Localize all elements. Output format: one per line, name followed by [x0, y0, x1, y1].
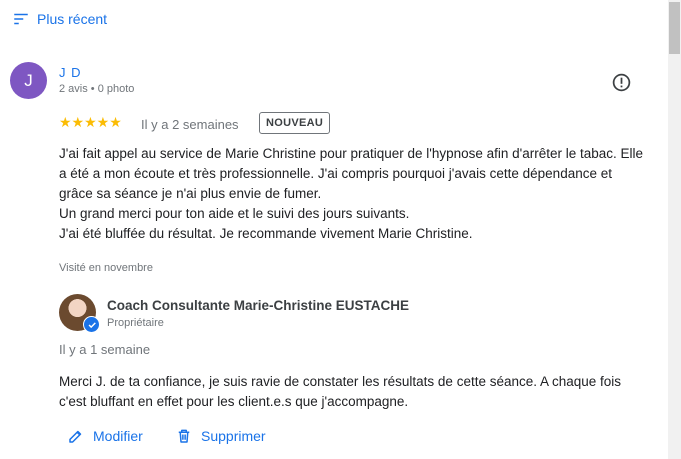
- review-paragraph: Un grand merci pour ton aide et le suivi…: [59, 206, 410, 221]
- trash-icon: [178, 429, 190, 443]
- reply-text: Merci J. de ta confiance, je suis ravie …: [59, 374, 622, 409]
- visited-date: Visité en novembre: [59, 262, 153, 274]
- edit-label: Modifier: [93, 428, 143, 444]
- reply-date: Il y a 1 semaine: [59, 342, 151, 357]
- review-date: Il y a 2 semaines: [141, 117, 239, 132]
- review-text: J'ai fait appel au service de Marie Chri…: [59, 144, 649, 244]
- reviewer-avatar[interactable]: J: [10, 62, 47, 99]
- star-rating: ★★★★★: [59, 114, 122, 130]
- pencil-icon: [69, 430, 82, 443]
- sort-button[interactable]: Plus récent: [12, 10, 107, 28]
- delete-label: Supprimer: [201, 428, 266, 444]
- scrollbar-thumb[interactable]: [669, 2, 680, 54]
- new-badge: NOUVEAU: [259, 112, 331, 134]
- review-paragraph: J'ai été bluffée du résultat. Je recomma…: [59, 226, 473, 241]
- scrollbar[interactable]: [668, 0, 681, 459]
- edit-reply-button[interactable]: Modifier: [67, 427, 143, 445]
- reviewer-meta: 2 avis • 0 photo: [59, 83, 135, 95]
- sort-label: Plus récent: [37, 11, 108, 27]
- owner-role: Propriétaire: [107, 317, 164, 329]
- sort-icon: [14, 13, 28, 25]
- review-paragraph: J'ai fait appel au service de Marie Chri…: [59, 146, 644, 201]
- stars: ★★★★★: [59, 114, 122, 130]
- owner-name: Coach Consultante Marie-Christine EUSTAC…: [107, 298, 410, 313]
- reviewer-name[interactable]: J D: [59, 65, 82, 80]
- verified-badge-icon: [83, 316, 100, 333]
- report-icon[interactable]: [611, 72, 632, 93]
- delete-reply-button[interactable]: Supprimer: [175, 427, 266, 445]
- avatar-letter: J: [24, 70, 33, 90]
